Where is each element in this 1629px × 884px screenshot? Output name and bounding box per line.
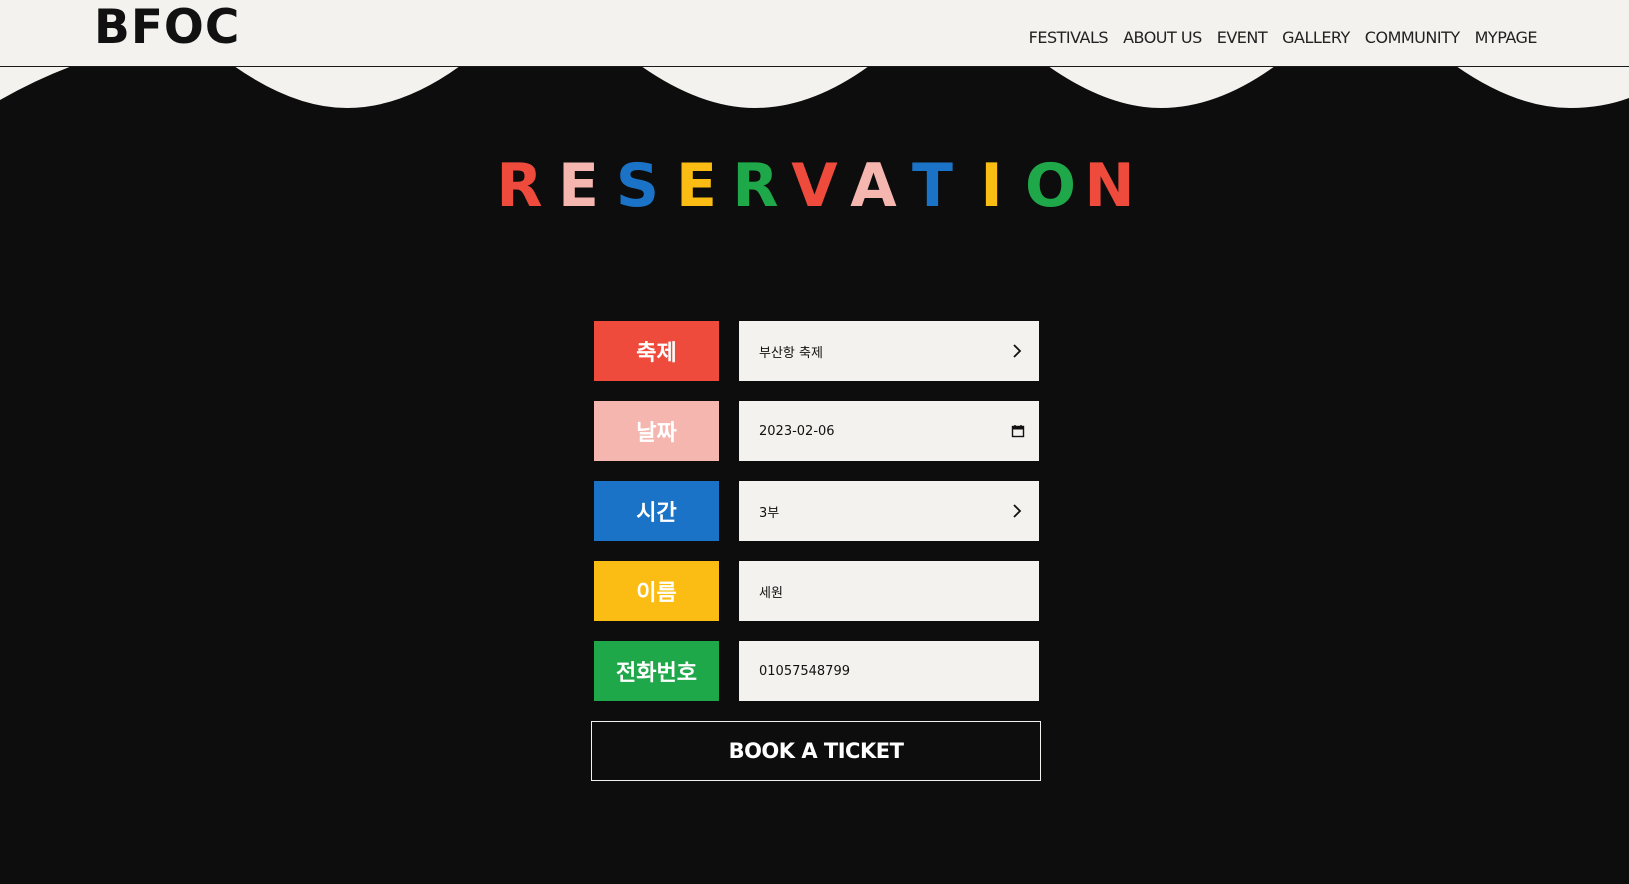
scallop-border	[0, 66, 1629, 108]
nav-about-us[interactable]: ABOUT US	[1123, 28, 1202, 47]
site-header: BFOC FESTIVALS ABOUT US EVENT GALLERY CO…	[0, 0, 1629, 67]
time-select[interactable]: 3부	[739, 481, 1039, 541]
festival-row: 축제 부산항 축제	[594, 321, 1040, 381]
name-label: 이름	[594, 561, 719, 621]
reservation-form: 축제 부산항 축제 날짜 2023-02-06 시간 3부 이름 세원 전화번호…	[594, 321, 1040, 721]
calendar-icon[interactable]	[1011, 424, 1025, 438]
title-letter: T	[912, 151, 953, 221]
title-letter: S	[615, 151, 660, 221]
nav-gallery[interactable]: GALLERY	[1282, 28, 1350, 47]
phone-label: 전화번호	[594, 641, 719, 701]
date-row: 날짜 2023-02-06	[594, 401, 1040, 461]
date-label: 날짜	[594, 401, 719, 461]
title-letter: I	[980, 151, 1003, 221]
reservation-page: BFOC FESTIVALS ABOUT US EVENT GALLERY CO…	[0, 0, 1629, 884]
festival-select[interactable]: 부산항 축제	[739, 321, 1039, 381]
nav-festivals[interactable]: FESTIVALS	[1029, 28, 1109, 47]
nav-community[interactable]: COMMUNITY	[1365, 28, 1460, 47]
title-letter: A	[850, 151, 897, 221]
chevron-right-icon	[1013, 344, 1022, 358]
title-letter: N	[1084, 151, 1135, 221]
nav-event[interactable]: EVENT	[1217, 28, 1268, 47]
title-letter: E	[558, 151, 599, 221]
title-letter: O	[1024, 151, 1076, 221]
phone-input[interactable]: 01057548799	[739, 641, 1039, 701]
title-letter: R	[496, 151, 543, 221]
site-logo[interactable]: BFOC	[94, 2, 240, 54]
name-row: 이름 세원	[594, 561, 1040, 621]
nav-mypage[interactable]: MYPAGE	[1475, 28, 1538, 47]
festival-label: 축제	[594, 321, 719, 381]
page-title: RESERVATION	[0, 150, 1629, 222]
date-value: 2023-02-06	[759, 423, 835, 439]
name-value: 세원	[759, 585, 783, 601]
time-value: 3부	[759, 505, 780, 521]
chevron-right-icon	[1013, 504, 1022, 518]
date-input[interactable]: 2023-02-06	[739, 401, 1039, 461]
name-input[interactable]: 세원	[739, 561, 1039, 621]
time-label: 시간	[594, 481, 719, 541]
book-ticket-button[interactable]: BOOK A TICKET	[591, 721, 1041, 781]
phone-row: 전화번호 01057548799	[594, 641, 1040, 701]
title-letter: E	[676, 151, 717, 221]
time-row: 시간 3부	[594, 481, 1040, 541]
title-letter: R	[732, 151, 779, 221]
festival-value: 부산항 축제	[759, 345, 823, 361]
title-letter: V	[791, 151, 838, 221]
phone-value: 01057548799	[759, 663, 850, 679]
